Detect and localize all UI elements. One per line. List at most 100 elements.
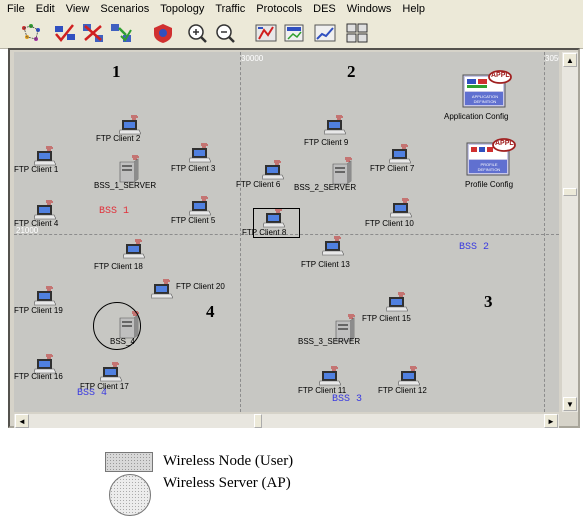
ftp-client-11-label: FTP Client 11 (298, 386, 347, 395)
view-graph-icon[interactable] (312, 21, 338, 45)
menu-edit[interactable]: Edit (36, 3, 55, 15)
ftp-client-18-label: FTP Client 18 (94, 262, 143, 271)
grid-line-vertical-right (544, 52, 545, 412)
bss-1-server-label: BSS_1_SERVER (94, 181, 157, 190)
application-config-node[interactable]: APPL APPLICATION DEFINITION (462, 70, 512, 108)
horizontal-scrollbar[interactable]: ◄ ► (14, 414, 559, 428)
menu-des[interactable]: DES (313, 3, 336, 15)
ftp-client-2-node-icon[interactable] (118, 114, 142, 135)
ftp-client-17-node-icon[interactable] (99, 361, 123, 382)
menu-bar: File Edit View Scenarios Topology Traffi… (0, 0, 583, 19)
hide-graphs-icon[interactable] (344, 21, 370, 45)
menu-protocols[interactable]: Protocols (256, 3, 302, 15)
ftp-client-1-label: FTP Client 1 (14, 165, 59, 174)
grid-number-top-right: 3050 (545, 54, 559, 63)
ftp-client-7-label: FTP Client 7 (370, 164, 415, 173)
ftp-client-7-node-icon[interactable] (388, 143, 412, 164)
ftp-client-9-node-icon[interactable] (323, 114, 347, 135)
legend-server-label: Wireless Server (AP) (163, 475, 291, 491)
network-canvas[interactable]: 30000 3050 21000 1 2 3 4 BSS 1 BSS 2 BSS… (14, 52, 559, 412)
ftp-client-16-label: FTP Client 16 (14, 372, 63, 381)
menu-traffic[interactable]: Traffic (215, 3, 245, 15)
profile-config-node[interactable]: APPL PROFILE DEFINITION (466, 138, 516, 176)
ftp-client-3-node-icon[interactable] (188, 142, 212, 163)
scroll-left-arrow[interactable]: ◄ (15, 414, 29, 428)
ftp-client-1-node-icon[interactable] (33, 145, 57, 166)
application-config-badge: APPL (491, 72, 510, 79)
highlight-rectangle-ftp-client-8 (253, 208, 300, 238)
ftp-client-11-node-icon[interactable] (318, 365, 342, 386)
recover-node-icon[interactable] (108, 21, 134, 45)
application-config-text: APPLICATION DEFINITION (471, 94, 499, 104)
ftp-client-3-label: FTP Client 3 (171, 164, 216, 173)
scroll-up-arrow[interactable]: ▲ (563, 53, 577, 67)
ftp-client-19-node-icon[interactable] (33, 285, 57, 306)
grid-line-vertical (240, 52, 241, 412)
quadrant-number-4: 4 (206, 302, 215, 321)
bss-1-server-server-icon[interactable] (118, 154, 140, 183)
configure-simulation-icon[interactable] (253, 21, 279, 45)
legend-server-swatch (109, 474, 151, 516)
vertical-scroll-thumb[interactable] (563, 188, 577, 196)
legend: Wireless Node (User) Wireless Server (AP… (105, 452, 365, 527)
menu-windows[interactable]: Windows (347, 3, 392, 15)
menu-file[interactable]: File (7, 3, 25, 15)
zoom-out-icon[interactable] (212, 21, 238, 45)
scroll-down-arrow[interactable]: ▼ (563, 397, 577, 411)
ftp-client-4-label: FTP Client 4 (14, 219, 59, 228)
ftp-client-5-label: FTP Client 5 (171, 216, 216, 225)
ftp-client-9-label: FTP Client 9 (304, 138, 349, 147)
profile-config-label: Profile Config (465, 180, 514, 189)
highlight-circle-bss-4 (93, 302, 141, 350)
view-results-icon[interactable] (282, 21, 308, 45)
bss-1-label: BSS 1 (99, 206, 130, 217)
ftp-client-10-node-icon[interactable] (389, 197, 413, 218)
ftp-client-18-node-icon[interactable] (122, 238, 146, 259)
ftp-client-15-node-icon[interactable] (385, 291, 409, 312)
legend-user-label: Wireless Node (User) (163, 453, 294, 469)
ftp-client-16-node-icon[interactable] (33, 353, 57, 374)
ftp-client-13-node-icon[interactable] (321, 235, 345, 256)
open-object-palette-icon[interactable] (18, 21, 44, 45)
bss-2-server-label: BSS_2_SERVER (294, 183, 357, 192)
quadrant-number-1: 1 (112, 62, 121, 81)
menu-help[interactable]: Help (402, 3, 425, 15)
bss-3-label: BSS 3 (332, 394, 363, 405)
menu-topology[interactable]: Topology (160, 3, 204, 15)
check-link-consistency-icon[interactable] (52, 21, 78, 45)
toolbar (0, 18, 583, 49)
horizontal-scroll-thumb[interactable] (254, 414, 262, 428)
bss-2-server-server-icon[interactable] (331, 156, 353, 185)
ftp-client-12-label: FTP Client 12 (378, 386, 427, 395)
bss-3-server-label: BSS_3_SERVER (298, 337, 361, 346)
ftp-client-13-label: FTP Client 13 (301, 260, 350, 269)
ftp-client-6-node-icon[interactable] (261, 159, 285, 180)
profile-config-text: PROFILE DEFINITION (477, 162, 501, 172)
ftp-client-12-node-icon[interactable] (397, 365, 421, 386)
ftp-client-5-node-icon[interactable] (188, 195, 212, 216)
ftp-client-17-label: FTP Client 17 (80, 382, 129, 391)
scroll-right-arrow[interactable]: ► (544, 414, 558, 428)
ftp-client-10-label: FTP Client 10 (365, 219, 414, 228)
return-to-parent-icon[interactable] (150, 21, 176, 45)
ftp-client-4-node-icon[interactable] (33, 199, 57, 220)
ftp-client-2-label: FTP Client 2 (96, 134, 141, 143)
vertical-scrollbar[interactable]: ▲ ▼ (562, 52, 578, 412)
ftp-client-15-label: FTP Client 15 (362, 314, 411, 323)
ftp-client-20-node-icon[interactable] (150, 278, 174, 299)
legend-user-swatch (105, 452, 153, 472)
profile-config-badge: APPL (495, 140, 514, 147)
zoom-in-icon[interactable] (184, 21, 210, 45)
ftp-client-6-label: FTP Client 6 (236, 180, 281, 189)
menu-view[interactable]: View (66, 3, 90, 15)
fail-node-icon[interactable] (80, 21, 106, 45)
quadrant-number-2: 2 (347, 62, 356, 81)
ftp-client-20-label: FTP Client 20 (176, 282, 225, 291)
menu-scenarios[interactable]: Scenarios (100, 3, 149, 15)
application-config-label: Application Config (444, 112, 509, 121)
bss-2-label: BSS 2 (459, 242, 490, 253)
project-workspace: 30000 3050 21000 1 2 3 4 BSS 1 BSS 2 BSS… (8, 48, 580, 428)
grid-number-top-mid: 30000 (241, 54, 264, 63)
ftp-client-19-label: FTP Client 19 (14, 306, 63, 315)
quadrant-number-3: 3 (484, 292, 493, 311)
